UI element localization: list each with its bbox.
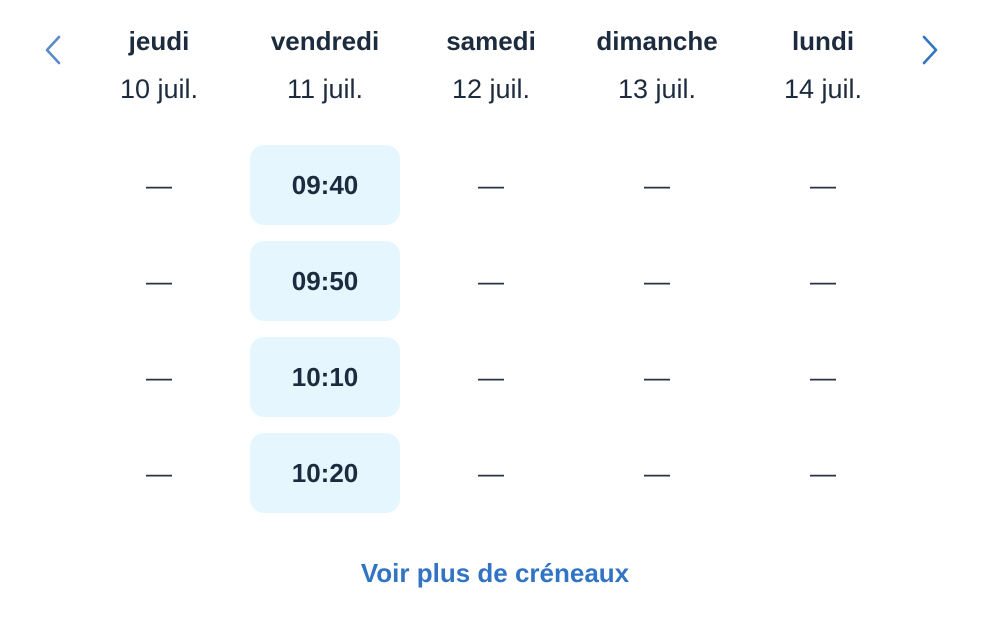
empty-slot: — xyxy=(416,433,566,513)
empty-slot-dash: — xyxy=(478,361,504,392)
time-slot-button[interactable]: 09:50 xyxy=(250,241,400,321)
more-slots-link[interactable]: Voir plus de créneaux xyxy=(361,558,629,588)
day-name: lundi xyxy=(791,26,855,56)
empty-slot-dash: — xyxy=(810,265,836,296)
empty-slot: — xyxy=(748,433,898,513)
empty-slot: — xyxy=(416,241,566,321)
day-date: 14 juil. xyxy=(783,74,863,104)
empty-slot: — xyxy=(748,241,898,321)
next-week-button[interactable] xyxy=(910,28,950,72)
day-header: dimanche 13 juil. xyxy=(574,22,740,108)
empty-slot-dash: — xyxy=(810,457,836,488)
empty-slot: — xyxy=(582,241,732,321)
day-date: 10 juil. xyxy=(119,74,199,104)
day-header: lundi 14 juil. xyxy=(740,22,906,108)
time-slot-button[interactable]: 09:40 xyxy=(250,145,400,225)
empty-slot: — xyxy=(582,433,732,513)
empty-slot: — xyxy=(582,145,732,225)
empty-slot-dash: — xyxy=(478,265,504,296)
day-header: jeudi 10 juil. xyxy=(76,22,242,108)
empty-slot-dash: — xyxy=(644,169,670,200)
day-name: vendredi xyxy=(270,26,380,56)
day-date: 12 juil. xyxy=(451,74,531,104)
time-slot-button[interactable]: 10:20 xyxy=(250,433,400,513)
empty-slot-dash: — xyxy=(146,361,172,392)
empty-slot-dash: — xyxy=(146,457,172,488)
time-slot-label: 10:20 xyxy=(291,457,359,488)
time-slot-label: 10:10 xyxy=(291,361,359,392)
empty-slot-dash: — xyxy=(478,169,504,200)
empty-slot: — xyxy=(748,145,898,225)
day-date: 13 juil. xyxy=(617,74,697,104)
empty-slot: — xyxy=(84,241,234,321)
empty-slot: — xyxy=(416,145,566,225)
day-name: jeudi xyxy=(128,26,190,56)
empty-slot-dash: — xyxy=(644,457,670,488)
empty-slot: — xyxy=(84,145,234,225)
time-slot-button[interactable]: 10:10 xyxy=(250,337,400,417)
previous-week-button[interactable] xyxy=(33,28,73,72)
more-slots-container: Voir plus de créneaux xyxy=(0,558,990,589)
empty-slot: — xyxy=(582,337,732,417)
empty-slot: — xyxy=(416,337,566,417)
empty-slot-dash: — xyxy=(810,169,836,200)
empty-slot: — xyxy=(748,337,898,417)
empty-slot: — xyxy=(84,337,234,417)
empty-slot-dash: — xyxy=(146,169,172,200)
time-slot-label: 09:50 xyxy=(291,265,359,296)
day-name: dimanche xyxy=(596,26,718,56)
day-date: 11 juil. xyxy=(286,74,364,104)
time-slot-label: 09:40 xyxy=(291,169,359,200)
empty-slot-dash: — xyxy=(810,361,836,392)
day-header: samedi 12 juil. xyxy=(408,22,574,108)
empty-slot: — xyxy=(84,433,234,513)
day-name: samedi xyxy=(446,26,536,56)
chevron-left-icon xyxy=(45,35,61,65)
day-header: vendredi 11 juil. xyxy=(242,22,408,108)
empty-slot-dash: — xyxy=(644,361,670,392)
empty-slot-dash: — xyxy=(146,265,172,296)
empty-slot-dash: — xyxy=(644,265,670,296)
chevron-right-icon xyxy=(922,35,938,65)
empty-slot-dash: — xyxy=(478,457,504,488)
